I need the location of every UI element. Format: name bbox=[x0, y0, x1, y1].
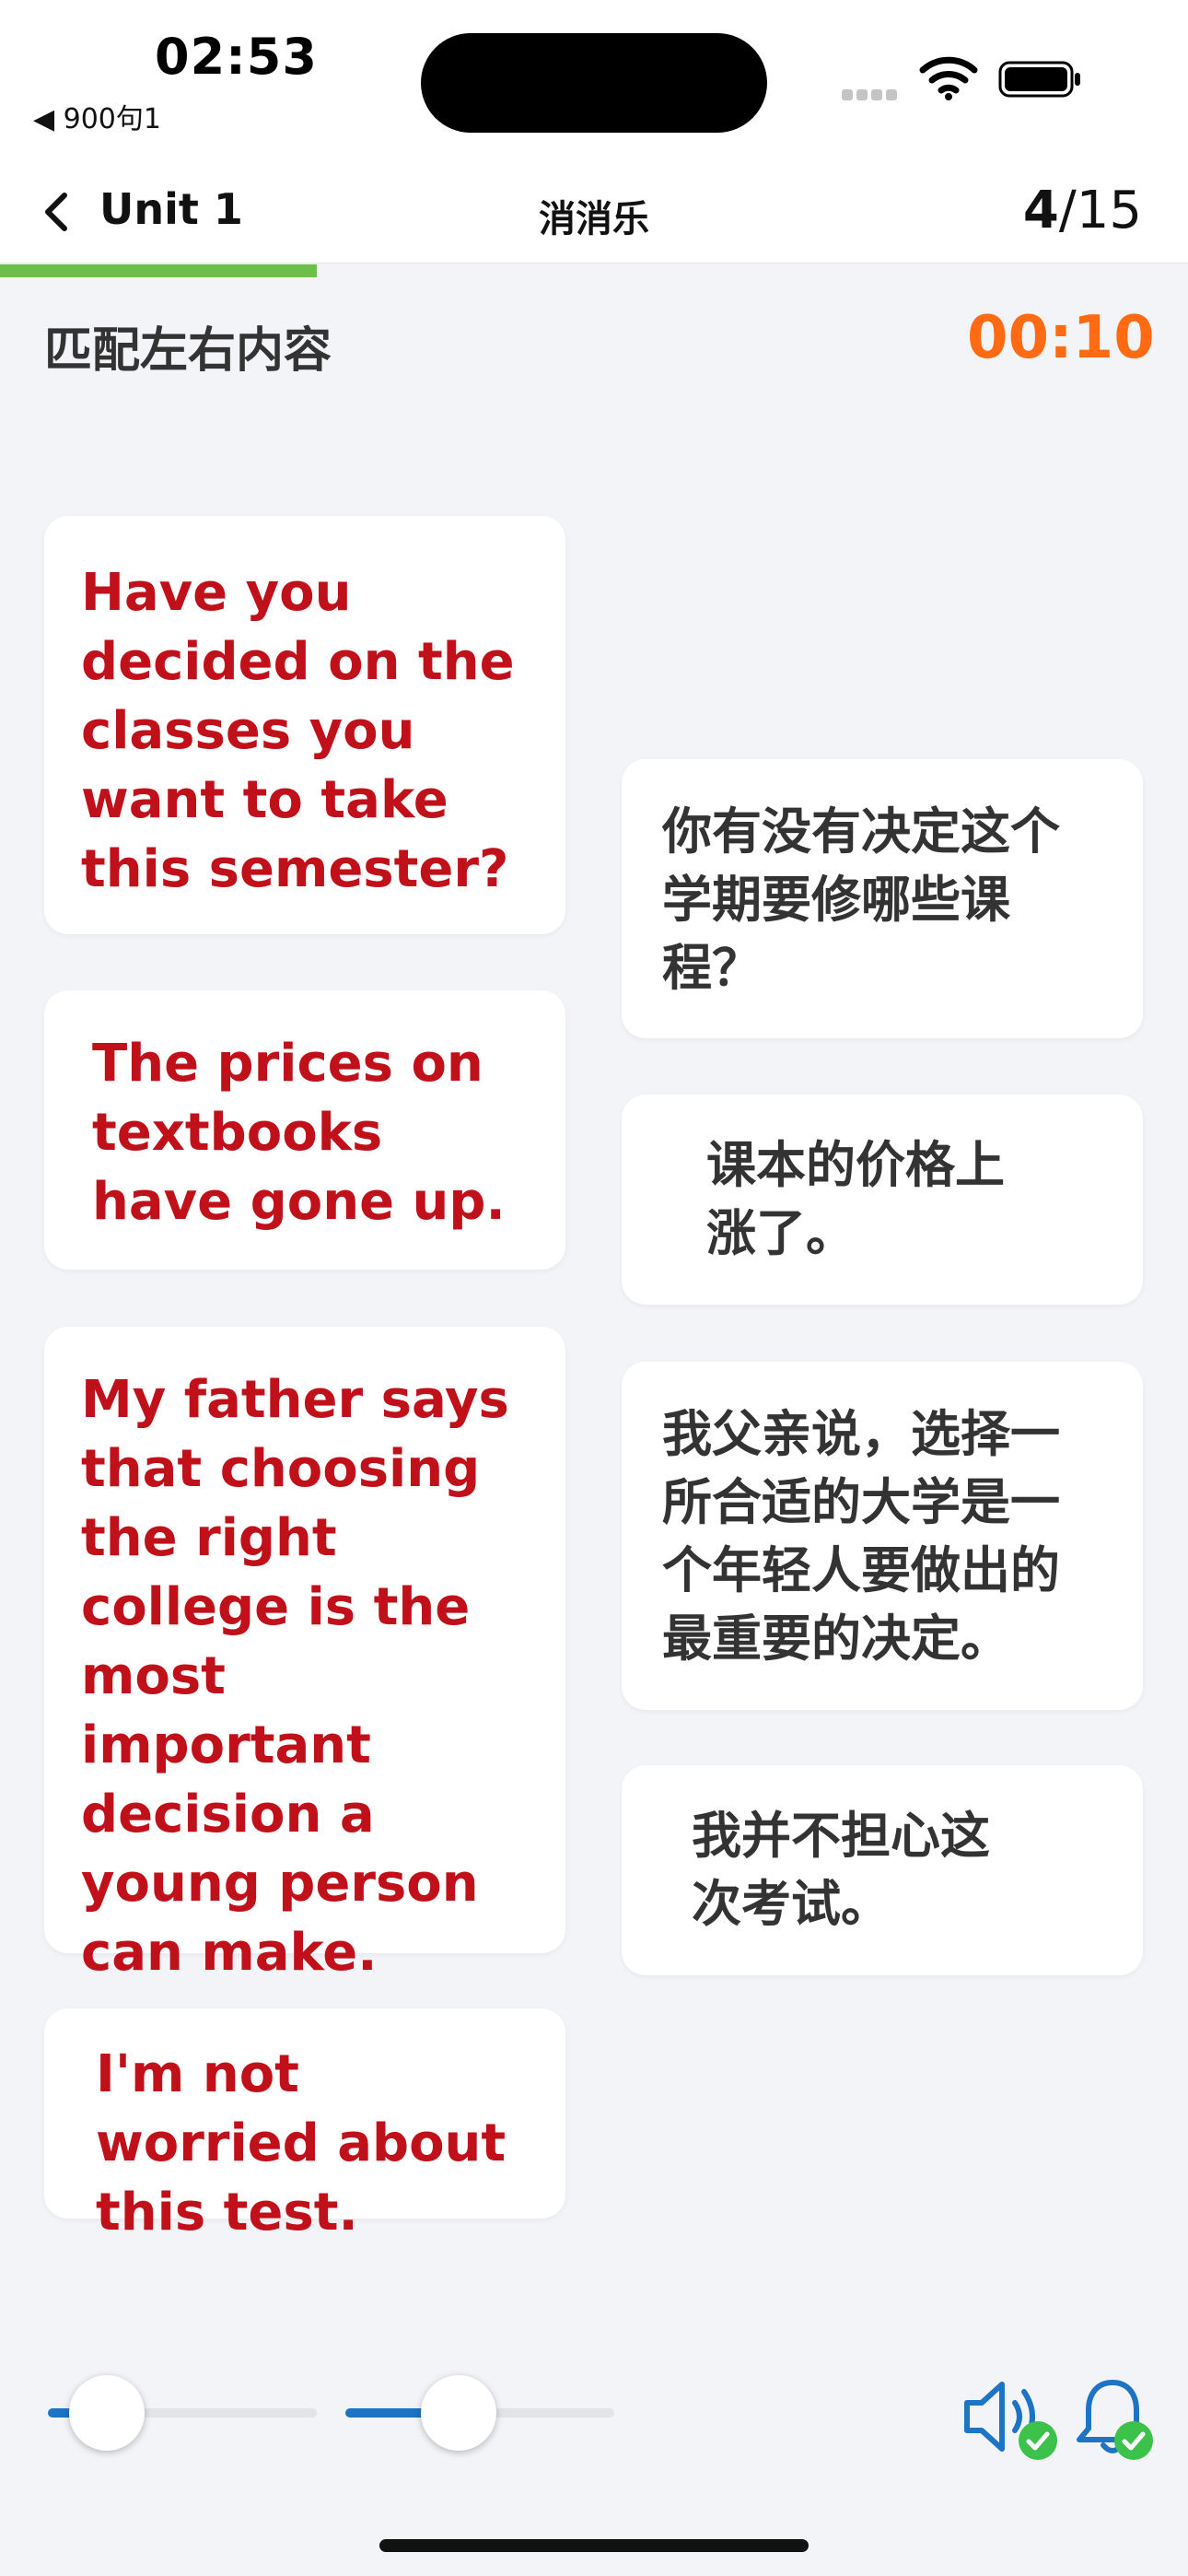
counter-separator: / bbox=[1058, 181, 1077, 240]
english-card-3[interactable]: My father says that choosing the right c… bbox=[44, 1327, 565, 1983]
wifi-icon bbox=[919, 56, 978, 100]
chinese-card-2[interactable]: 课本的价格上涨了。 bbox=[622, 1095, 1143, 1305]
total-questions: 15 bbox=[1076, 181, 1142, 240]
english-card-4[interactable]: I'm not worried about this test. bbox=[44, 2008, 565, 2242]
cellular-signal-icon bbox=[842, 87, 901, 104]
chinese-card-3[interactable]: 我父亲说，选择一所合适的大学是一个年轻人要做出的最重要的决定。 bbox=[622, 1362, 1143, 1710]
progress-bar bbox=[0, 264, 317, 277]
speed-slider-knob[interactable] bbox=[69, 2375, 145, 2451]
instruction-text: 匹配左右内容 bbox=[44, 323, 332, 379]
bell-check-icon bbox=[1114, 2421, 1153, 2460]
speaker-check-icon bbox=[1019, 2421, 1057, 2460]
chinese-card-1[interactable]: 你有没有决定这个学期要修哪些课程？ bbox=[622, 759, 1143, 1038]
english-card-1[interactable]: Have you decided on the classes you want… bbox=[44, 516, 565, 934]
chinese-card-4[interactable]: 我并不担心这次考试。 bbox=[622, 1765, 1143, 1975]
english-card-2[interactable]: The prices on textbooks have gone up. bbox=[44, 990, 565, 1270]
volume-slider-knob[interactable] bbox=[421, 2375, 496, 2451]
current-question: 4 bbox=[1022, 181, 1059, 240]
dynamic-island bbox=[421, 33, 767, 133]
status-time: 02:53 bbox=[155, 28, 318, 86]
back-to-app-link[interactable]: ◀ 900句1 bbox=[33, 96, 161, 136]
countdown-timer: 00:10 bbox=[967, 304, 1155, 372]
home-indicator bbox=[379, 2539, 809, 2552]
question-counter: 4/15 bbox=[958, 181, 1142, 240]
battery-icon bbox=[998, 61, 1080, 98]
